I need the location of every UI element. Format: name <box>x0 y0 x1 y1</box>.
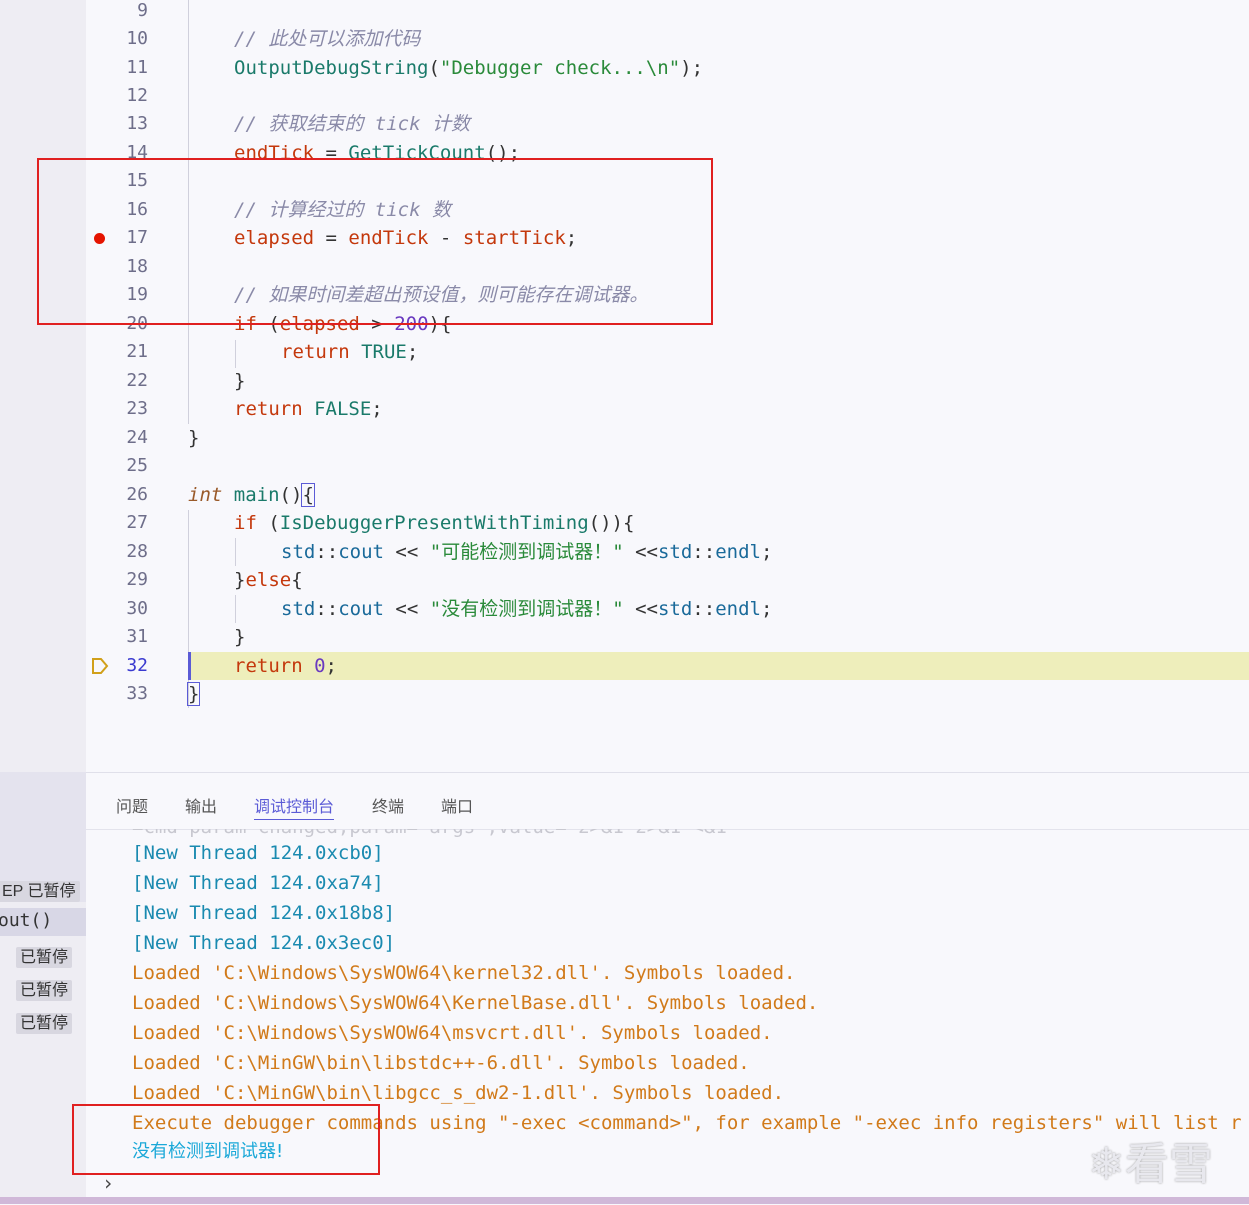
console-line: [New Thread 124.0xa74] <box>132 872 384 894</box>
code-line: 11 OutputDebugString("Debugger check...\n… <box>126 57 704 79</box>
annotation-box <box>37 158 713 325</box>
code-line: 22} <box>126 370 246 392</box>
code-line: 33} <box>126 682 201 706</box>
callstack-thread-paused[interactable]: EP 已暂停 <box>0 877 80 902</box>
tab-debug-console[interactable]: 调试控制台 <box>254 793 335 820</box>
console-line: Loaded 'C:\Windows\SysWOW64\kernel32.dll… <box>132 962 796 984</box>
callstack-paused-2[interactable]: 已暂停 <box>16 976 73 1001</box>
code-line: 28 std::cout << "可能检测到调试器！" <<std::endl; <box>126 541 773 563</box>
code-line: 31} <box>126 626 246 648</box>
code-line: 26 int main(){ <box>126 483 315 507</box>
console-line: Loaded 'C:\MinGW\bin\libstdc++-6.dll'. S… <box>132 1052 750 1074</box>
tab-problems[interactable]: 问题 <box>116 793 148 817</box>
code-line: 25 <box>126 455 148 476</box>
console-line: [New Thread 124.0xcb0] <box>132 842 384 864</box>
callstack-frame[interactable]: out() <box>0 908 86 936</box>
panel-tabs: 问题 输出 调试控制台 终端 端口 <box>86 773 1249 830</box>
code-line: 10// 此处可以添加代码 <box>126 28 421 50</box>
tab-terminal[interactable]: 终端 <box>372 793 404 817</box>
code-line: 13// 获取结束的 tick 计数 <box>126 113 470 135</box>
code-line: 27 if (IsDebuggerPresentWithTiming()){ <box>126 512 635 534</box>
code-line: 12 <box>126 85 148 106</box>
code-line: 24} <box>126 427 200 449</box>
watermark: ❄看雪 <box>1088 1139 1213 1190</box>
current-line-highlight <box>188 652 1249 680</box>
current-line-marker <box>188 652 191 680</box>
code-line: 30 std::cout << "没有检测到调试器！" <<std::endl; <box>126 598 773 620</box>
code-line-current: 32 return 0; <box>86 652 1249 680</box>
console-line: Loaded 'C:\Windows\SysWOW64\KernelBase.d… <box>132 992 819 1014</box>
tab-output[interactable]: 输出 <box>185 793 217 817</box>
callstack-paused-1[interactable]: 已暂停 <box>16 943 73 968</box>
code-line: 29}else{ <box>126 569 303 591</box>
code-line: 9 <box>137 0 148 21</box>
annotation-box <box>72 1104 380 1175</box>
console-line: [New Thread 124.0x18b8] <box>132 902 396 924</box>
console-line: Loaded 'C:\Windows\SysWOW64\msvcrt.dll'.… <box>132 1022 773 1044</box>
tab-ports[interactable]: 端口 <box>441 793 473 817</box>
status-bar <box>0 1197 1249 1204</box>
snowflake-icon: ❄ <box>1088 1139 1125 1190</box>
code-line: 23 return FALSE; <box>126 398 383 420</box>
callstack-paused-3[interactable]: 已暂停 <box>16 1009 73 1034</box>
code-editor[interactable]: 9 10// 此处可以添加代码 11 OutputDebugString("Deb… <box>86 0 1249 772</box>
console-line: [New Thread 124.0x3ec0] <box>132 932 396 954</box>
code-line: 21 return TRUE; <box>126 341 419 363</box>
